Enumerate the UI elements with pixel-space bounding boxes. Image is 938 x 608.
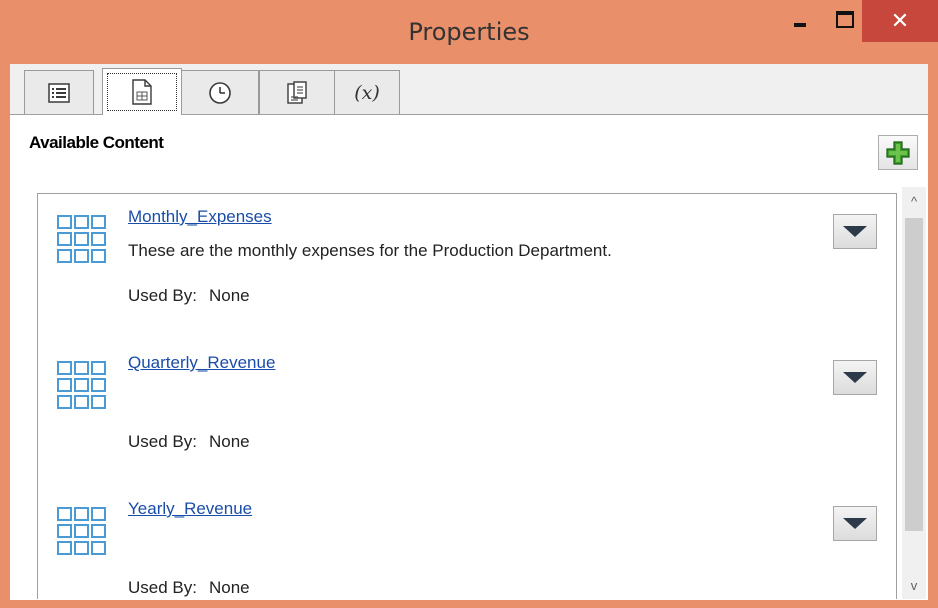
chevron-down-icon: v (910, 577, 918, 593)
used-by-value: None (208, 578, 250, 597)
properties-window: Properties ✕ (x) Available Content Month… (0, 0, 938, 608)
list-icon (48, 82, 70, 103)
grid-icon (57, 361, 106, 409)
grid-icon (57, 215, 106, 263)
item-dropdown-button[interactable] (833, 506, 877, 541)
tab-strip: (x) (10, 64, 928, 115)
content-description: These are the monthly expenses for the P… (128, 241, 612, 260)
item-dropdown-button[interactable] (833, 360, 877, 395)
title-bar[interactable]: Properties ✕ (0, 0, 938, 64)
scroll-down-button[interactable]: v (902, 571, 926, 599)
list-item[interactable]: Quarterly_Revenue Used By: None (38, 340, 896, 487)
content-title-link[interactable]: Monthly_Expenses (128, 207, 272, 227)
clock-icon (209, 81, 231, 104)
available-content-heading: Available Content (29, 133, 164, 152)
list-item[interactable]: Yearly_Revenue Used By: None (38, 486, 896, 599)
tab-content[interactable] (102, 68, 182, 115)
client-area: (x) Available Content Monthly_Expenses T… (10, 64, 928, 600)
variable-icon: (x) (354, 81, 380, 104)
tab-export[interactable] (259, 70, 335, 114)
tab-schedule[interactable] (181, 70, 259, 114)
used-by-value: None (208, 432, 250, 451)
chevron-down-icon (843, 372, 867, 383)
item-dropdown-button[interactable] (833, 214, 877, 249)
focus-rectangle (107, 73, 177, 111)
green-plus-icon (886, 140, 910, 165)
content-panel: Available Content Monthly_Expenses These… (10, 115, 928, 600)
used-by-label: Used By: (128, 432, 197, 451)
scroll-up-button[interactable]: ^ (902, 187, 926, 215)
content-list: Monthly_Expenses These are the monthly e… (37, 193, 897, 599)
minimize-icon (794, 23, 806, 27)
content-title-link[interactable]: Yearly_Revenue (128, 499, 252, 519)
used-by-row: Used By: None (128, 286, 250, 306)
used-by-label: Used By: (128, 286, 197, 305)
maximize-icon (836, 10, 854, 28)
export-document-icon (287, 80, 307, 104)
used-by-row: Used By: None (128, 432, 250, 452)
grid-icon (57, 507, 106, 555)
used-by-row: Used By: None (128, 578, 250, 598)
scroll-thumb[interactable] (905, 218, 923, 531)
list-item[interactable]: Monthly_Expenses These are the monthly e… (38, 194, 896, 341)
tab-list[interactable] (24, 70, 94, 114)
chevron-down-icon (843, 518, 867, 529)
used-by-value: None (208, 286, 250, 305)
close-icon: ✕ (890, 8, 910, 33)
close-button[interactable]: ✕ (862, 0, 938, 42)
content-title-link[interactable]: Quarterly_Revenue (128, 353, 275, 373)
chevron-down-icon (843, 226, 867, 237)
chevron-up-icon: ^ (910, 193, 918, 209)
tab-variables[interactable]: (x) (334, 70, 400, 114)
add-content-button[interactable] (878, 135, 918, 170)
used-by-label: Used By: (128, 578, 197, 597)
vertical-scrollbar[interactable]: ^ v (902, 187, 926, 599)
